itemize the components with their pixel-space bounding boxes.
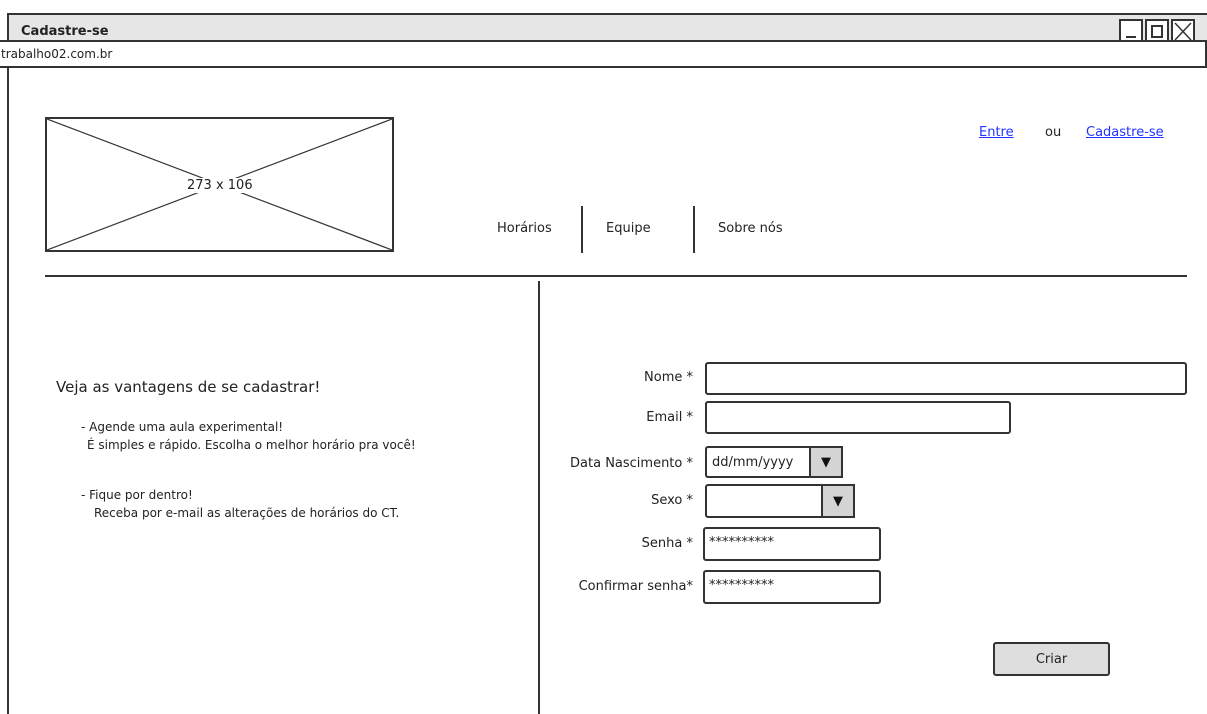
promo-heading: Veja as vantagens de se cadastrar!	[56, 378, 321, 396]
name-label: Nome *	[644, 370, 693, 385]
address-bar[interactable]: trabalho02.com.br	[0, 40, 1207, 68]
confirm-password-label: Confirmar senha*	[578, 579, 693, 594]
birth-date-label: Data Nascimento *	[570, 456, 693, 471]
confirm-password-value: **********	[709, 578, 774, 593]
logo-placeholder: 273 x 106	[45, 117, 394, 252]
email-field[interactable]	[705, 401, 1011, 434]
password-label: Senha *	[641, 536, 693, 551]
window-title: Cadastre-se	[21, 24, 109, 39]
nav-divider	[581, 206, 583, 253]
promo-item-text: É simples e rápido. Escolha o melhor hor…	[87, 438, 416, 452]
or-text: ou	[1045, 125, 1062, 140]
login-link[interactable]: Entre	[979, 125, 1014, 140]
logo-size-label: 273 x 106	[185, 178, 255, 193]
chevron-down-icon[interactable]: ▼	[821, 484, 855, 518]
email-label: Email *	[646, 410, 693, 425]
promo-item-title: - Agende uma aula experimental!	[81, 420, 284, 434]
nav-item-equipe[interactable]: Equipe	[606, 221, 651, 236]
password-field[interactable]: **********	[703, 527, 881, 561]
header-divider	[45, 275, 1187, 277]
url-text: trabalho02.com.br	[1, 47, 113, 61]
birth-date-select[interactable]: dd/mm/yyyy ▼	[705, 446, 847, 478]
birth-date-value: dd/mm/yyyy	[705, 446, 809, 478]
name-field[interactable]	[705, 362, 1187, 395]
password-value: **********	[709, 535, 774, 550]
confirm-password-field[interactable]: **********	[703, 570, 881, 604]
nav-item-horarios[interactable]: Horários	[497, 221, 552, 236]
promo-item-text: Receba por e-mail as alterações de horár…	[94, 506, 400, 520]
nav-item-sobre-nos[interactable]: Sobre nós	[718, 221, 783, 236]
sex-select[interactable]: ▼	[705, 484, 855, 518]
signup-link[interactable]: Cadastre-se	[1086, 125, 1164, 140]
chevron-down-icon[interactable]: ▼	[809, 446, 843, 478]
promo-item-title: - Fique por dentro!	[81, 488, 193, 502]
nav-divider	[693, 206, 695, 253]
sex-label: Sexo *	[651, 493, 693, 508]
create-button[interactable]: Criar	[993, 642, 1110, 676]
